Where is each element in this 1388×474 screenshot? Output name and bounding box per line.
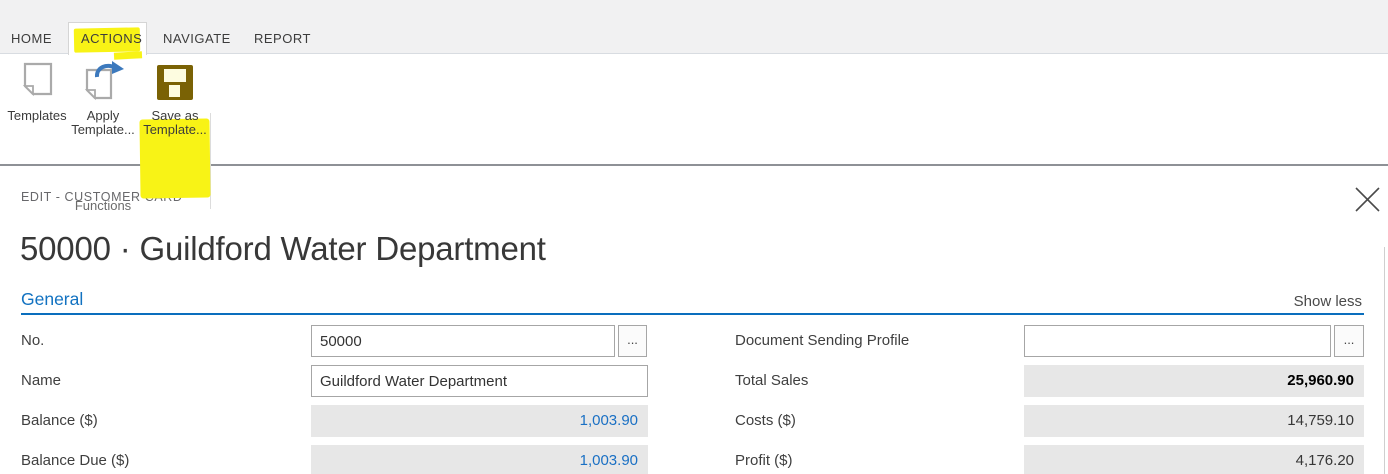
document-sending-profile-lookup-button[interactable]: ... [1334,325,1364,357]
tab-navigate[interactable]: NAVIGATE [163,31,231,46]
save-as-template-button[interactable]: Save as Template... [139,60,211,137]
tab-actions[interactable]: ACTIONS [81,31,142,46]
templates-label: Templates [7,108,67,123]
name-label: Name [21,372,62,389]
page-title: 50000 · Guildford Water Department [20,230,546,267]
total-sales-label: Total Sales [735,372,809,389]
balance-due-label: Balance Due ($) [21,452,130,469]
ribbon-tab-strip: HOME ACTIONS NAVIGATE REPORT [0,0,1388,60]
document-sending-profile-label: Document Sending Profile [735,332,910,349]
apply-template-label: Apply Template... [71,108,135,137]
actions-yellow-highlight-tail [113,51,143,60]
total-sales-value: 25,960.90 [1024,365,1364,397]
no-lookup-button[interactable]: ... [618,325,647,357]
profit-label: Profit ($) [735,452,793,469]
scrollbar-track-edge[interactable] [1384,247,1385,474]
general-section-header[interactable]: General [21,289,83,310]
costs-value: 14,759.10 [1024,405,1364,437]
floppy-disk-icon [157,60,193,104]
show-less-toggle[interactable]: Show less [1294,293,1362,310]
name-input[interactable] [311,365,648,397]
no-input[interactable] [311,325,615,357]
no-label: No. [21,332,45,349]
close-icon [1354,186,1380,212]
close-button[interactable] [1351,184,1383,214]
document-sending-profile-input[interactable] [1024,325,1331,357]
page-arrow-icon [80,60,126,104]
balance-label: Balance ($) [21,412,98,429]
templates-button[interactable]: Templates [6,60,68,123]
page-icon [17,60,57,104]
section-underline [21,313,1364,315]
balance-due-value[interactable]: 1,003.90 [311,445,648,474]
save-as-template-label: Save as Template... [143,108,207,137]
customer-card-window: HOME ACTIONS NAVIGATE REPORT Functions T… [0,0,1388,474]
balance-value[interactable]: 1,003.90 [311,405,648,437]
costs-label: Costs ($) [735,412,796,429]
tab-report[interactable]: REPORT [254,31,311,46]
apply-template-button[interactable]: Apply Template... [70,60,136,137]
tab-home[interactable]: HOME [11,31,52,46]
profit-value: 4,176.20 [1024,445,1364,474]
